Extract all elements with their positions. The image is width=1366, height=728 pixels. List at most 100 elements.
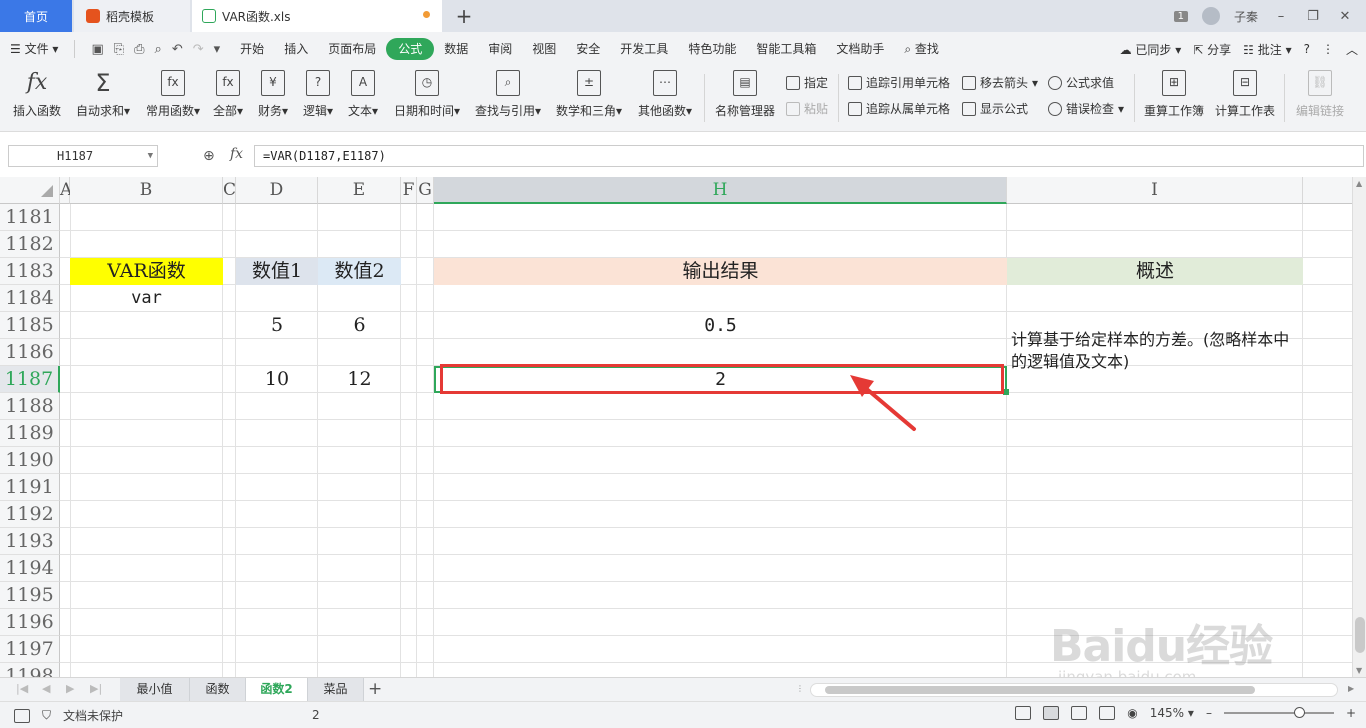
cell-d1185[interactable]: 5 [236,312,318,339]
other-functions-button[interactable]: ⋯ 其他函数▾ [634,70,696,119]
undo-icon[interactable]: ↶ [172,42,183,57]
cell-h1183[interactable]: 输出结果 [434,258,1007,285]
zoom-icon[interactable]: ⊕ [203,148,215,164]
row-header[interactable]: 1184 [0,285,60,312]
formula-input[interactable]: =VAR(D1187,E1187) [254,145,1364,167]
row-header[interactable]: 1185 [0,312,60,339]
zoom-slider-knob[interactable] [1293,707,1305,718]
row-header[interactable]: 1183 [0,258,60,285]
edit-links-button[interactable]: ⛓ 编辑链接 [1292,70,1348,119]
protect-status[interactable]: 文档未保护 [63,707,123,724]
prev-sheet-icon[interactable]: ◀ [42,682,50,695]
tab-home[interactable]: 首页 [0,0,72,32]
menu-item-doc-assistant[interactable]: 文档助手 [826,38,894,60]
cell-i1185[interactable]: 计算基于给定样本的方差。(忽略样本中的逻辑值及文本) [1007,329,1303,389]
lookup-functions-button[interactable]: ⌕ 查找与引用▾ [472,70,544,119]
scroll-up-icon[interactable]: ▲ [1356,179,1362,188]
scrollbar-thumb[interactable] [825,686,1255,694]
add-sheet-button[interactable]: + [368,679,382,699]
user-name[interactable]: 子秦 [1234,8,1258,25]
row-header[interactable]: 1182 [0,231,60,258]
row-header[interactable]: 1195 [0,582,60,609]
sync-button[interactable]: ☁ 已同步 ▾ [1120,41,1182,58]
cell-i1183[interactable]: 概述 [1007,258,1303,285]
text-functions-button[interactable]: A 文本▾ [345,70,381,119]
name-manager-button[interactable]: ▤ 名称管理器 [713,70,777,119]
more-icon[interactable]: ⋮ [1322,42,1334,56]
tab-docer-templates[interactable]: 稻壳模板 [74,0,190,32]
scroll-down-icon[interactable]: ▼ [1356,666,1362,675]
row-header[interactable]: 1181 [0,204,60,231]
horizontal-scrollbar[interactable] [810,683,1338,697]
vertical-scrollbar[interactable]: ▲ ▼ [1352,177,1366,677]
cell-e1187[interactable]: 12 [318,366,401,393]
next-sheet-icon[interactable]: ▶ [66,682,74,695]
logic-functions-button[interactable]: ? 逻辑▾ [300,70,336,119]
fullscreen-icon[interactable] [1015,706,1032,720]
menu-item-security[interactable]: 安全 [566,38,610,60]
menu-item-features[interactable]: 特色功能 [678,38,746,60]
first-sheet-icon[interactable]: |◀ [16,682,28,695]
datetime-functions-button[interactable]: ◷ 日期和时间▾ [391,70,463,119]
column-header-e[interactable]: E [318,177,401,204]
all-functions-button[interactable]: fx 全部▾ [210,70,246,119]
name-box[interactable]: H1187 ▼ [8,145,158,167]
scroll-right-icon[interactable]: ▶ [1348,684,1354,693]
row-header[interactable]: 1194 [0,555,60,582]
menu-item-view[interactable]: 视图 [522,38,566,60]
paste-names-button[interactable]: 粘贴 [786,100,828,117]
sheet-tab-functions[interactable]: 函数 [190,678,246,701]
column-header-b[interactable]: B [70,177,223,204]
row-header[interactable]: 1192 [0,501,60,528]
scrollbar-thumb[interactable] [1355,617,1365,653]
zoom-level[interactable]: 145% ▾ [1150,706,1194,720]
trace-precedents-button[interactable]: 追踪引用单元格 [848,74,950,91]
zoom-in-button[interactable]: + [1346,706,1356,720]
help-icon[interactable]: ? [1304,42,1310,56]
cell-d1183[interactable]: 数值1 [236,258,318,285]
column-header-d[interactable]: D [236,177,318,204]
row-header[interactable]: 1189 [0,420,60,447]
row-header[interactable]: 1196 [0,609,60,636]
sheet-tab-min[interactable]: 最小值 [120,678,190,701]
column-header-j[interactable] [1303,177,1352,204]
collapse-ribbon-icon[interactable]: ︿ [1346,41,1358,58]
last-sheet-icon[interactable]: ▶| [90,682,102,695]
cell-b1183[interactable]: VAR函数 [70,258,223,285]
sheet-tab-dishes[interactable]: 菜品 [308,678,364,701]
zoom-out-button[interactable]: – [1206,706,1212,720]
menu-item-developer[interactable]: 开发工具 [610,38,678,60]
finance-functions-button[interactable]: ¥ 财务▾ [255,70,291,119]
show-formulas-button[interactable]: 显示公式 [962,100,1028,117]
fx-icon[interactable]: fx [230,146,243,162]
print-preview-icon[interactable]: ⌕ [155,42,162,57]
column-header-h[interactable]: H [434,177,1007,204]
trace-dependents-button[interactable]: 追踪从属单元格 [848,100,950,117]
cell-d1187[interactable]: 10 [236,366,318,393]
column-header-f[interactable]: F [401,177,417,204]
row-header[interactable]: 1190 [0,447,60,474]
menu-item-page-layout[interactable]: 页面布局 [318,38,386,60]
new-tab-button[interactable]: + [452,4,476,28]
row-header[interactable]: 1191 [0,474,60,501]
search-button[interactable]: ⌕ 查找 [894,38,949,60]
column-header-c[interactable]: C [223,177,236,204]
insert-function-button[interactable]: fx 插入函数 [10,70,64,119]
format-painter-icon[interactable]: ⎘ [114,42,124,57]
window-count-badge[interactable]: 1 [1173,10,1188,22]
evaluate-formula-button[interactable]: 公式求值 [1048,74,1114,91]
comment-button[interactable]: ☷ 批注 ▾ [1243,41,1291,58]
reading-mode-icon[interactable] [1099,706,1116,720]
more-icon[interactable]: ⋮ [796,684,804,693]
eye-protection-icon[interactable]: ◉ [1127,706,1137,720]
menu-item-data[interactable]: 数据 [434,38,478,60]
tab-file[interactable]: VAR函数.xls [192,0,442,32]
calc-sheet-button[interactable]: ⊟ 计算工作表 [1212,70,1278,119]
menu-item-insert[interactable]: 插入 [274,38,318,60]
chevron-down-icon[interactable]: ▼ [148,146,153,166]
file-menu[interactable]: ☰ 文件 ▾ [0,38,68,60]
avatar[interactable] [1201,7,1220,25]
share-button[interactable]: ⇱ 分享 [1193,41,1231,58]
row-header[interactable]: 1197 [0,636,60,663]
normal-view-icon[interactable] [1043,706,1060,720]
